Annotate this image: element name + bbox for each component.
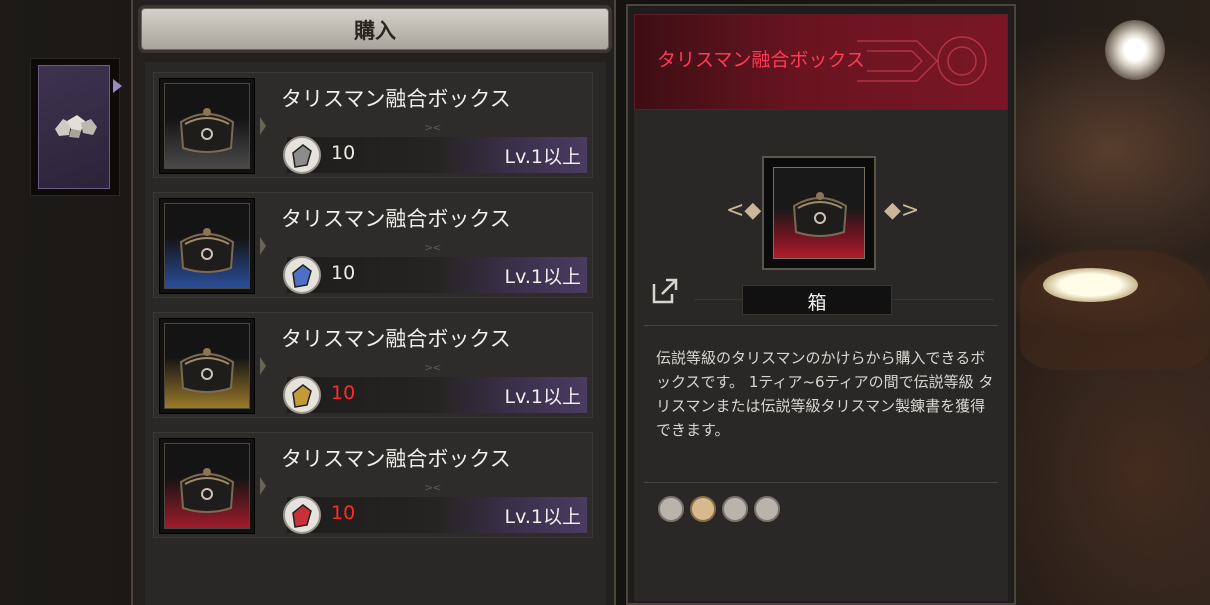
row-arrow [260,237,266,255]
tools-icon[interactable] [754,496,780,522]
item-thumbnail [159,438,255,534]
currency-icon [283,376,321,414]
list-item[interactable]: タリスマン融合ボックス >< 10 Lv.1以上 [153,312,593,418]
no-trade-icon[interactable] [722,496,748,522]
purchase-header: 購入 [141,8,609,50]
item-thumbnail-frame [164,83,250,169]
share-icon[interactable] [650,276,680,306]
detail-header: タリスマン融合ボックス [634,14,1008,110]
chest-tag-icon[interactable] [690,496,716,522]
row-arrow [260,477,266,495]
price-bar: 10 Lv.1以上 [283,256,587,294]
item-thumbnail-frame [164,443,250,529]
chest-icon [179,108,235,153]
currency-icon [283,136,321,174]
chest-icon [792,192,848,237]
price-bar: 10 Lv.1以上 [283,376,587,414]
row-ornament: >< [424,241,441,254]
chest-icon [179,228,235,273]
background-table [1020,250,1210,370]
purchase-list[interactable]: タリスマン融合ボックス >< 10 Lv.1以上 タリスマン融合ボックス >< … [145,62,606,605]
row-ornament: >< [424,121,441,134]
item-type-bar: 箱 [742,285,892,315]
item-name: タリスマン融合ボックス [281,447,511,471]
ore-icon [55,115,97,138]
price-bar: 10 Lv.1以上 [283,136,587,174]
detail-item-frame [762,156,876,270]
list-item[interactable]: タリスマン融合ボックス >< 10 Lv.1以上 [153,432,593,538]
item-thumbnail [159,198,255,294]
level-requirement: Lv.1以上 [504,386,581,408]
prev-arrow-icon[interactable]: <◆ [726,198,761,223]
next-arrow-icon[interactable]: ◆> [884,198,919,223]
item-thumbnail [159,78,255,174]
row-ornament: >< [424,361,441,374]
background-lamp [1105,20,1165,80]
level-requirement: Lv.1以上 [504,146,581,168]
item-thumbnail-frame [164,323,250,409]
category-selected-arrow [113,79,122,93]
currency-icon [283,256,321,294]
item-price: 10 [331,262,356,284]
price-bar: 10 Lv.1以上 [283,496,587,534]
category-tab[interactable] [30,58,122,196]
chest-icon [179,348,235,393]
chest-icon [179,468,235,513]
header-ornament [857,36,987,86]
row-ornament: >< [424,481,441,494]
category-tab-face [38,65,110,189]
row-arrow [260,357,266,375]
currency-icon [283,496,321,534]
level-requirement: Lv.1以上 [504,506,581,528]
item-detail-panel: タリスマン融合ボックス <◆ ◆> 箱 伝説等級のタリスマンのかけらから購入でき… [626,4,1016,605]
item-description: 伝説等級のタリスマンのかけらから購入できるボックスです。 1ティア~6ティアの間… [656,349,994,439]
tags-divider [644,482,998,483]
list-item[interactable]: タリスマン融合ボックス >< 10 Lv.1以上 [153,192,593,298]
section-divider [644,325,998,326]
detail-item-image [773,167,865,259]
item-thumbnail [159,318,255,414]
level-requirement: Lv.1以上 [504,266,581,288]
item-price: 10 [331,382,356,404]
item-name: タリスマン融合ボックス [281,207,511,231]
detail-body: <◆ ◆> 箱 伝説等級のタリスマンのかけらから購入できるボックスです。 1ティ… [634,110,1008,601]
item-thumbnail-frame [164,203,250,289]
purchase-panel: 購入 タリスマン融合ボックス >< 10 Lv.1以上 タリスマン融合ボックス … [131,0,616,605]
item-type: 箱 [807,292,827,314]
detail-title: タリスマン融合ボックス [657,49,865,71]
background-light [1043,268,1138,302]
list-item[interactable]: タリスマン融合ボックス >< 10 Lv.1以上 [153,72,593,178]
row-arrow [260,117,266,135]
crossed-circle-icon[interactable] [658,496,684,522]
item-price: 10 [331,142,356,164]
purchase-title: 購入 [354,19,396,43]
item-name: タリスマン融合ボックス [281,87,511,111]
item-price: 10 [331,502,356,524]
item-name: タリスマン融合ボックス [281,327,511,351]
